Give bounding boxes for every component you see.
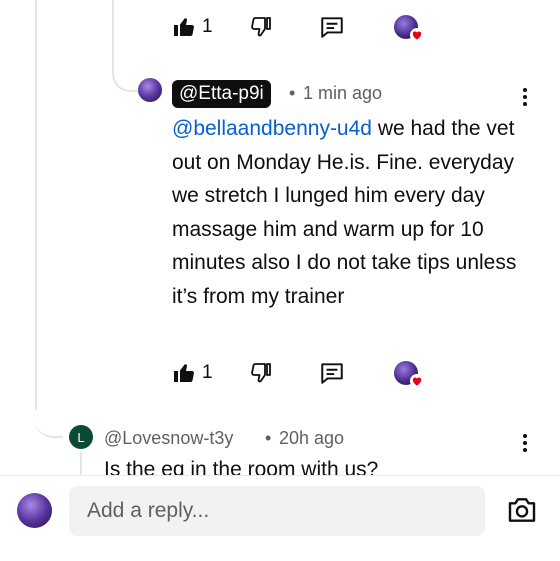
dislike-button[interactable] xyxy=(249,15,273,39)
reply-body: we had the vet out on Monday He.is. Fine… xyxy=(172,117,517,308)
like-count: 1 xyxy=(202,16,213,37)
next-comment-separator: • xyxy=(265,428,272,448)
thread-curve-outer xyxy=(35,380,63,438)
like-count: 1 xyxy=(202,362,213,383)
dislike-icon xyxy=(250,363,271,383)
reply-more-button[interactable] xyxy=(515,88,535,106)
like-button[interactable]: 1 xyxy=(172,15,213,39)
dislike-icon xyxy=(250,17,271,37)
like-icon xyxy=(174,364,194,383)
like-button[interactable]: 1 xyxy=(172,361,213,385)
current-user-avatar xyxy=(17,493,52,528)
reply-button[interactable] xyxy=(319,14,345,40)
camera-button[interactable] xyxy=(505,494,539,526)
reply-button[interactable] xyxy=(319,360,345,386)
reply-timestamp: 1 min ago xyxy=(303,83,383,103)
creator-heart-icon xyxy=(410,28,424,42)
more-vert-icon xyxy=(523,88,527,92)
reply-author-handle[interactable]: @Etta-p9i xyxy=(172,80,271,108)
reply-icon xyxy=(320,363,343,384)
creator-heart-icon xyxy=(410,374,424,388)
thread-line-outer xyxy=(35,0,37,410)
avatar-letter: L xyxy=(77,429,85,445)
reply-actions: 1 xyxy=(172,358,345,388)
comment-actions-top: 1 xyxy=(172,12,345,42)
reply-text: @bellaandbenny-u4d we had the vet out on… xyxy=(172,112,537,313)
reply-input[interactable]: Add a reply... xyxy=(69,486,485,536)
reply-mention-link[interactable]: @bellaandbenny-u4d xyxy=(172,117,372,140)
like-icon xyxy=(174,18,194,37)
reply-separator: • xyxy=(289,83,296,103)
next-comment-avatar[interactable]: L xyxy=(69,425,93,449)
next-comment-timestamp: 20h ago xyxy=(279,428,345,448)
camera-icon xyxy=(508,498,536,522)
next-comment-handle[interactable]: @Lovesnow-t3y xyxy=(104,428,233,449)
next-comment-more-button[interactable] xyxy=(515,434,535,452)
thread-curve-inner xyxy=(112,50,138,92)
more-vert-icon xyxy=(523,434,527,438)
reply-icon xyxy=(320,17,343,38)
reply-author-avatar[interactable] xyxy=(138,78,162,102)
dislike-button[interactable] xyxy=(249,361,273,385)
